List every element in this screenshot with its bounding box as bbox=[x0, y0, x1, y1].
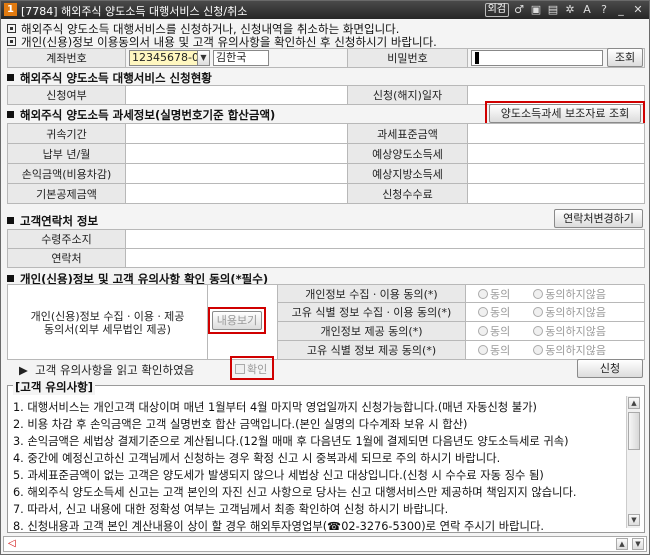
notice-line-7: 7. 따라서, 신고 내용에 대한 정확성 여부는 고객님께서 최종 확인하여 … bbox=[13, 503, 449, 516]
confirm-text: ▶ 고객 유의사항을 읽고 확인하였음 bbox=[19, 363, 195, 377]
account-number-input[interactable]: 12345678-01 bbox=[129, 50, 207, 66]
consent-doc-label-2: 동의서(외부 세무법인 제공) bbox=[44, 323, 171, 336]
consent-item-1: 개인정보 수집ㆍ이용 동의(*) bbox=[277, 284, 466, 303]
square-bullet-icon bbox=[7, 37, 16, 46]
contact-change-button[interactable]: 연락처변경하기 bbox=[554, 209, 643, 228]
window-number-badge: 1 bbox=[4, 3, 17, 16]
message-icon: ◁ bbox=[8, 538, 16, 549]
title-bar-buttons: 외검 ♂ ▣ ▤ ✲ A ? _ ✕ bbox=[484, 2, 645, 17]
tax-label-period: 귀속기간 bbox=[7, 123, 126, 144]
password-input[interactable] bbox=[471, 50, 603, 66]
contact-table: 수령주소지 연락처 bbox=[7, 229, 645, 268]
consent-doc-label-1: 개인(신용)정보 수집ㆍ이용ㆍ제공 bbox=[30, 310, 185, 323]
disagree-radio-4[interactable] bbox=[533, 345, 544, 355]
font-size-icon[interactable]: A bbox=[580, 2, 594, 17]
account-label: 계좌번호 bbox=[7, 48, 126, 68]
contact-section-title: 고객연락처 정보 bbox=[7, 213, 98, 229]
status-bar: ◁ ▲ ▼ bbox=[3, 536, 647, 552]
window-icon[interactable]: ▤ bbox=[546, 2, 560, 17]
notice-line-5: 5. 과세표준금액이 없는 고객은 양도세가 발생되지 않으나 세법상 신고 대… bbox=[13, 469, 544, 482]
consent-item-3: 개인정보 제공 동의(*) bbox=[277, 321, 466, 341]
apply-date-label: 신청(해지)일자 bbox=[347, 85, 468, 105]
tax-label-base: 과세표준금액 bbox=[347, 123, 468, 144]
tax-label-deduction: 기본공제금액 bbox=[7, 183, 126, 204]
scroll-up-icon[interactable]: ▲ bbox=[628, 397, 640, 409]
agree-radio-3[interactable] bbox=[478, 326, 488, 336]
agree-radio-2[interactable] bbox=[478, 307, 488, 317]
consent-radio-group-4: 동의 동의하지않음 bbox=[465, 340, 645, 360]
disagree-radio-3[interactable] bbox=[533, 326, 544, 336]
link-icon[interactable]: ♂ bbox=[512, 2, 526, 17]
password-label: 비밀번호 bbox=[347, 48, 468, 68]
consent-item-2: 고유 식별 정보 수집ㆍ이용 동의(*) bbox=[277, 302, 466, 322]
disagree-radio-1[interactable] bbox=[533, 288, 544, 299]
agree-radio-1[interactable] bbox=[478, 288, 488, 299]
notice-line-1: 1. 대행서비스는 개인고객 대상이며 매년 1월부터 4월 마지막 영업일까지… bbox=[13, 401, 537, 414]
play-arrow-icon: ▶ bbox=[19, 363, 28, 377]
address-label: 수령주소지 bbox=[7, 229, 126, 249]
query-button[interactable]: 조회 bbox=[607, 48, 643, 67]
tax-label-local-tax: 예상지방소득세 bbox=[347, 163, 468, 184]
disagree-radio-2[interactable] bbox=[533, 307, 544, 317]
notice-line-3: 3. 손익금액은 세법상 결제기준으로 계산됩니다.(12월 매매 후 다음년도… bbox=[13, 435, 569, 448]
notice-line-4: 4. 중간에 예정신고하신 고객님께서 신청하는 경우 확정 신고 시 중복과세… bbox=[13, 452, 501, 465]
highlight-box bbox=[230, 356, 274, 380]
phone-value bbox=[125, 248, 645, 268]
section-bullet-icon bbox=[7, 217, 14, 224]
tax-table: 귀속기간 과세표준금액 납부 년/월 예상양도소득세 손익금액(비용차감) 예상… bbox=[7, 123, 645, 204]
consent-doc-cell: 개인(신용)정보 수집ㆍ이용ㆍ제공 동의서(외부 세무법인 제공) bbox=[7, 284, 208, 360]
close-icon[interactable]: ✕ bbox=[631, 2, 645, 17]
address-value bbox=[125, 229, 645, 249]
account-holder-name: 김한국 bbox=[213, 50, 269, 66]
tax-label-payment: 납부 년/월 bbox=[7, 143, 126, 164]
window-title: [7784] 해외주식 양도소득 대행서비스 신청/취소 bbox=[21, 5, 248, 18]
highlight-box bbox=[208, 307, 266, 334]
notice-scrollbar[interactable]: ▲ ▼ bbox=[626, 396, 640, 528]
consent-table: 개인(신용)정보 수집ㆍ이용ㆍ제공 동의서(외부 세무법인 제공) 개인정보 수… bbox=[7, 284, 645, 360]
tax-label-profit: 손익금액(비용차감) bbox=[7, 163, 126, 184]
consent-radio-group-2: 동의 동의하지않음 bbox=[465, 302, 645, 322]
gear-icon[interactable]: ✲ bbox=[563, 2, 577, 17]
consent-radio-group-3: 동의 동의하지않음 bbox=[465, 321, 645, 341]
chevron-up-icon[interactable]: ▲ bbox=[616, 538, 628, 550]
main-window: 1 [7784] 해외주식 양도소득 대행서비스 신청/취소 외검 ♂ ▣ ▤ … bbox=[0, 0, 650, 555]
consent-item-4: 고유 식별 정보 제공 동의(*) bbox=[277, 340, 466, 360]
square-bullet-icon bbox=[7, 24, 16, 33]
scroll-down-icon[interactable]: ▼ bbox=[628, 514, 640, 526]
title-bar[interactable]: 1 [7784] 해외주식 양도소득 대행서비스 신청/취소 외검 ♂ ▣ ▤ … bbox=[1, 1, 649, 19]
section-bullet-icon bbox=[7, 74, 14, 81]
status-section-title: 해외주식 양도소득 대행서비스 신청현황 bbox=[7, 70, 212, 86]
tax-section-title: 해외주식 양도소득 과세정보(실명번호기준 합산금액) bbox=[7, 107, 275, 123]
apply-status-label: 신청여부 bbox=[7, 85, 126, 105]
tax-label-expected-tax: 예상양도소득세 bbox=[347, 143, 468, 164]
external-tag-button[interactable]: 외검 bbox=[484, 2, 509, 17]
apply-status-value bbox=[125, 85, 348, 105]
section-bullet-icon bbox=[7, 111, 14, 118]
help-icon[interactable]: ? bbox=[597, 2, 611, 17]
agree-radio-4[interactable] bbox=[478, 345, 488, 355]
notice-line-8: 8. 신청내용과 고객 본인 계산내용이 상이 할 경우 해외투자영업부(☎02… bbox=[13, 520, 544, 533]
notice-title: [고객 유의사항] bbox=[13, 379, 95, 395]
section-bullet-icon bbox=[7, 275, 14, 282]
notice-line-2: 2. 비용 차감 후 손익금액은 고객 실명번호 합산 금액입니다.(본인 실명… bbox=[13, 418, 468, 431]
tax-label-fee: 신청수수료 bbox=[347, 183, 468, 204]
scroll-thumb[interactable] bbox=[628, 412, 640, 450]
apply-button[interactable]: 신청 bbox=[577, 359, 643, 378]
pin-icon[interactable]: ▣ bbox=[529, 2, 543, 17]
chevron-down-icon[interactable]: ▼ bbox=[197, 50, 210, 66]
chevron-down-icon[interactable]: ▼ bbox=[632, 538, 644, 550]
notice-line-6: 6. 해외주식 양도소득세 신고는 고객 본인의 자진 신고 사항으로 당사는 … bbox=[13, 486, 577, 499]
phone-label: 연락처 bbox=[7, 248, 126, 268]
minimize-icon[interactable]: _ bbox=[614, 2, 628, 17]
consent-radio-group-1: 동의 동의하지않음 bbox=[465, 284, 645, 303]
